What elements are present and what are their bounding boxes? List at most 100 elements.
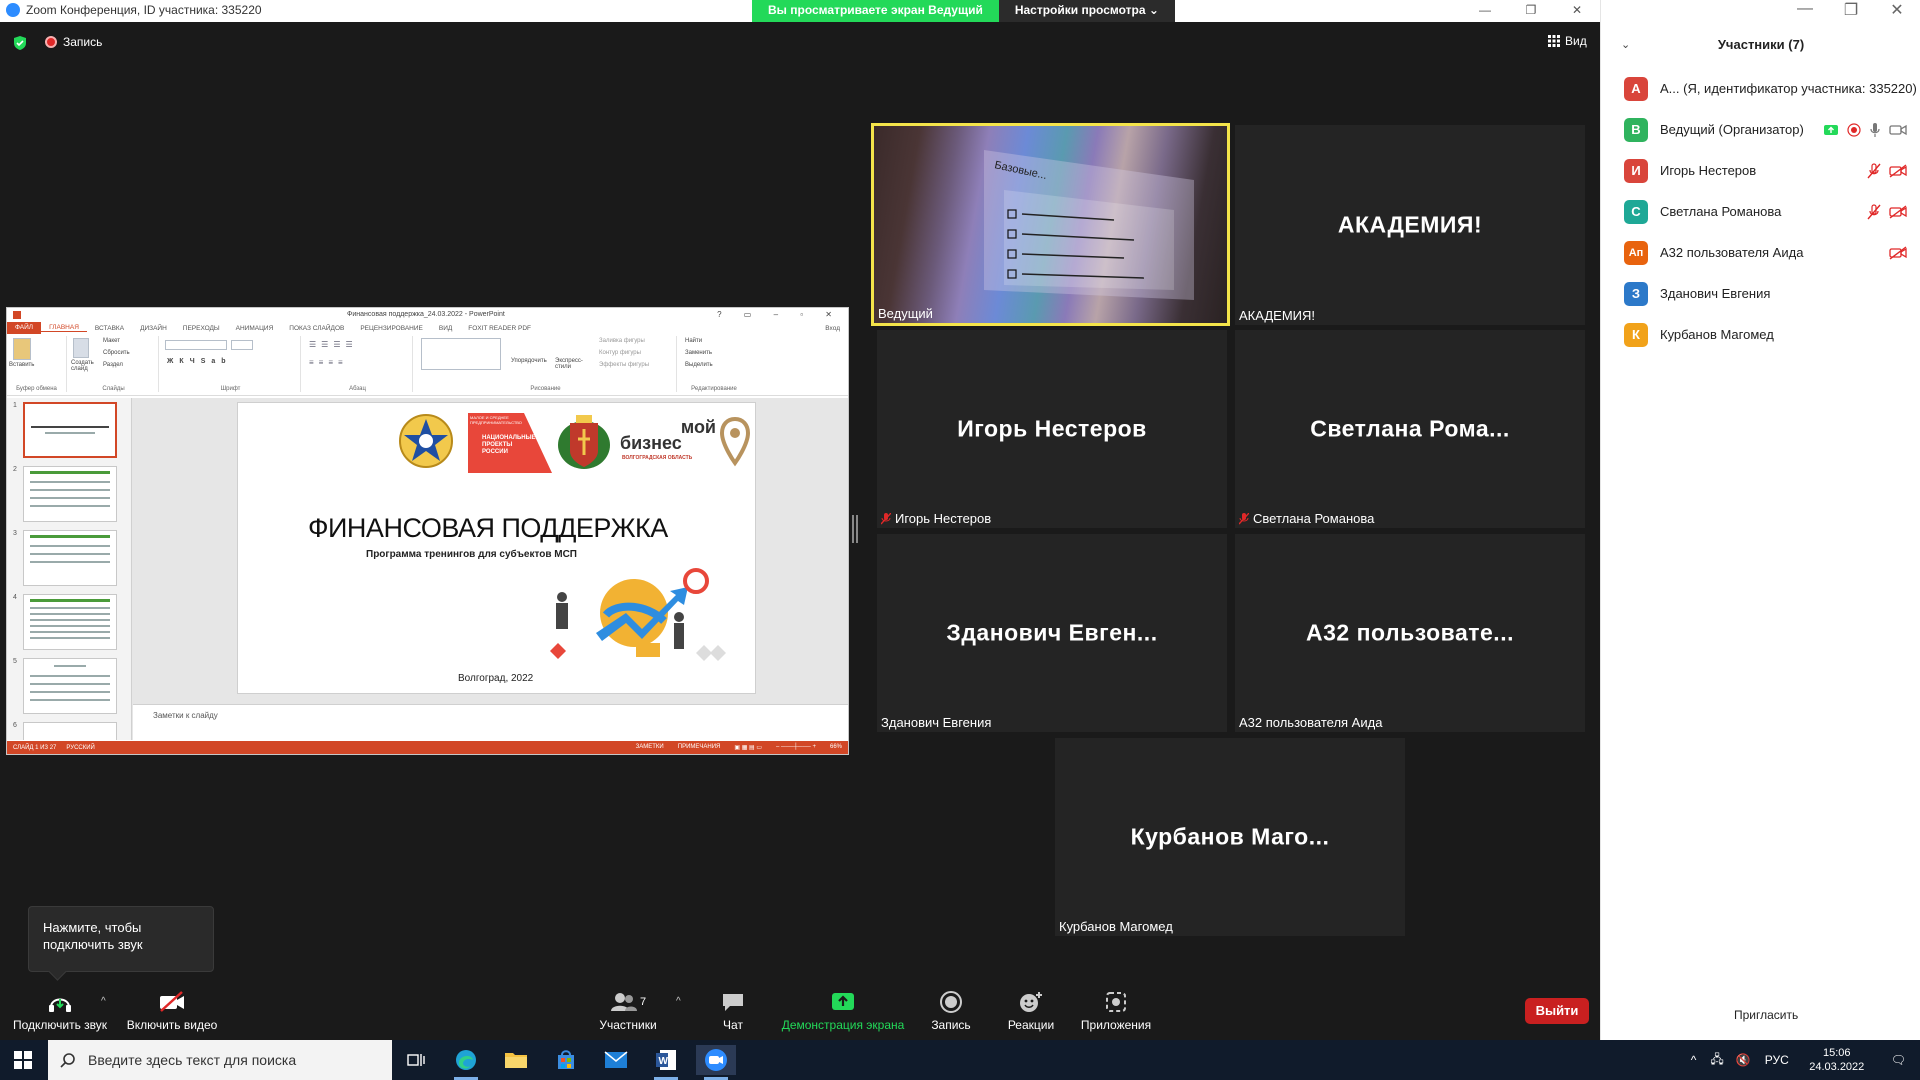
arrange-button[interactable]: Упорядочить: [511, 358, 547, 364]
invite-button[interactable]: Пригласить: [1726, 1005, 1806, 1025]
join-audio-button[interactable]: Подключить звук: [10, 990, 110, 1032]
maximize-button[interactable]: ❐: [1508, 0, 1554, 22]
minimize-button[interactable]: —: [1462, 0, 1508, 22]
audio-options-caret[interactable]: ^: [101, 996, 106, 1007]
notifications-icon[interactable]: 🗨: [1877, 1053, 1920, 1067]
share-screen-button[interactable]: Демонстрация экрана: [778, 990, 908, 1032]
file-explorer-icon[interactable]: [496, 1045, 536, 1075]
chat-button[interactable]: Чат: [700, 990, 766, 1032]
zoom-taskbar-icon[interactable]: [696, 1045, 736, 1080]
mail-icon[interactable]: [596, 1045, 636, 1075]
input-language[interactable]: РУС: [1757, 1053, 1797, 1067]
video-tile-a32[interactable]: А32 пользовате... А32 пользователя Аида: [1235, 534, 1585, 732]
ppt-tab-transitions[interactable]: ПЕРЕХОДЫ: [175, 325, 228, 332]
video-tile-host[interactable]: Базовые... Ведущий: [871, 123, 1230, 326]
ppt-tab-design[interactable]: ДИЗАЙН: [132, 325, 175, 332]
participant-row[interactable]: Ап А32 пользователя Аида: [1601, 232, 1920, 273]
word-icon[interactable]: W: [646, 1045, 686, 1080]
clock[interactable]: 15:06 24.03.2022: [1797, 1046, 1877, 1074]
participant-row[interactable]: И Игорь Нестеров: [1601, 150, 1920, 191]
new-slide-icon[interactable]: [73, 338, 89, 358]
notes-pane[interactable]: Заметки к слайду: [133, 704, 848, 740]
ppt-tab-insert[interactable]: ВСТАВКА: [87, 325, 132, 332]
layout-button[interactable]: Макет: [103, 338, 120, 344]
ppt-sign-in[interactable]: Вход: [817, 325, 848, 332]
slide-thumbnail[interactable]: [23, 402, 117, 458]
muted-mic-icon: [1867, 162, 1881, 178]
font-name-select[interactable]: [165, 340, 227, 350]
participants-options-caret[interactable]: ^: [676, 996, 681, 1007]
taskbar-search-box[interactable]: Введите здесь текст для поиска: [48, 1040, 392, 1080]
find-button[interactable]: Найти: [685, 338, 702, 344]
shape-effects-button[interactable]: Эффекты фигуры: [599, 362, 649, 368]
slide-thumbnail[interactable]: [23, 530, 117, 586]
replace-button[interactable]: Заменить: [685, 350, 712, 356]
video-tile-kurbanov[interactable]: Курбанов Маго... Курбанов Магомед: [1055, 738, 1405, 936]
view-buttons[interactable]: ▣ ▦ ▤ ▭: [734, 744, 762, 751]
recording-label: Запись: [63, 35, 103, 49]
paste-button[interactable]: Вставить: [9, 362, 34, 368]
task-view-icon[interactable]: [396, 1045, 436, 1075]
ppt-tab-view[interactable]: ВИД: [431, 325, 460, 332]
reactions-button[interactable]: Реакции: [998, 990, 1064, 1032]
font-size-select[interactable]: [231, 340, 253, 350]
slide-thumbnail[interactable]: [23, 594, 117, 650]
slide-thumbnail[interactable]: [23, 658, 117, 714]
video-tile-nesterov[interactable]: Игорь Нестеров Игорь Нестеров: [877, 330, 1227, 528]
reset-button[interactable]: Сбросить: [103, 350, 130, 356]
notes-toggle[interactable]: ЗАМЕТКИ: [636, 744, 664, 751]
section-button[interactable]: Раздел: [103, 362, 123, 368]
grid-icon: [1548, 35, 1560, 47]
shapes-gallery[interactable]: [421, 338, 501, 370]
volume-muted-icon[interactable]: 🔇: [1730, 1053, 1757, 1067]
view-options-button[interactable]: Настройки просмотра ⌄: [998, 0, 1175, 22]
slide-thumbnails-pane[interactable]: 1 2 3 4 5 6: [7, 398, 132, 740]
align-buttons[interactable]: ≡≡≡≡: [309, 358, 348, 367]
network-icon[interactable]: 🖧: [1704, 1050, 1729, 1071]
store-icon[interactable]: [546, 1045, 586, 1075]
shield-icon[interactable]: [12, 35, 28, 51]
video-tile-academy[interactable]: АКАДЕМИЯ! АКАДЕМИЯ!: [1235, 125, 1585, 325]
slide-thumbnail[interactable]: [23, 722, 117, 740]
leave-button[interactable]: Выйти: [1525, 998, 1589, 1024]
current-slide[interactable]: МАЛОЕ И СРЕДНЕЕ ПРЕДПРИНИМАТЕЛЬСТВО НАЦИ…: [237, 402, 756, 694]
ppt-tab-foxit[interactable]: FOXIT READER PDF: [460, 325, 539, 332]
quick-styles-button[interactable]: Экспресс-стили: [555, 358, 583, 370]
ppt-tab-slideshow[interactable]: ПОКАЗ СЛАЙДОВ: [281, 325, 352, 332]
record-button[interactable]: Запись: [920, 990, 982, 1032]
splitter-handle[interactable]: [852, 515, 858, 543]
participant-row[interactable]: К Курбанов Магомед: [1601, 314, 1920, 355]
zoom-level[interactable]: 66%: [830, 744, 842, 751]
paste-icon[interactable]: [13, 338, 31, 360]
shape-fill-button[interactable]: Заливка фигуры: [599, 338, 645, 344]
search-placeholder: Введите здесь текст для поиска: [88, 1052, 297, 1068]
ppt-tab-file[interactable]: ФАЙЛ: [7, 322, 42, 334]
video-tile-zdanovich[interactable]: Зданович Евген... Зданович Евгения: [877, 534, 1227, 732]
participant-row[interactable]: А А... (Я, идентификатор участника: 3352…: [1601, 68, 1920, 109]
shape-outline-button[interactable]: Контур фигуры: [599, 350, 641, 356]
paragraph-buttons[interactable]: ☰☰☰☰: [309, 340, 358, 349]
ppt-tab-review[interactable]: РЕЦЕНЗИРОВАНИЕ: [352, 325, 431, 332]
close-button[interactable]: ✕: [1554, 0, 1600, 22]
new-slide-button[interactable]: Создать слайд: [71, 360, 99, 372]
edge-icon[interactable]: [446, 1045, 486, 1080]
view-button[interactable]: Вид: [1548, 34, 1587, 48]
tray-overflow-icon[interactable]: ^: [1683, 1053, 1705, 1067]
zoom-slider[interactable]: – ───┼─── +: [776, 744, 816, 751]
ppt-tab-animation[interactable]: АНИМАЦИЯ: [228, 325, 282, 332]
ppt-tab-home[interactable]: ГЛАВНАЯ: [41, 324, 87, 332]
participant-row[interactable]: С Светлана Романова: [1601, 191, 1920, 232]
font-format-buttons[interactable]: ЖКЧSab: [167, 358, 232, 365]
participants-button[interactable]: 7 Участники: [588, 990, 668, 1032]
status-language[interactable]: РУССКИЙ: [66, 745, 94, 751]
windows-start-icon[interactable]: [14, 1051, 32, 1069]
comments-toggle[interactable]: ПРИМЕЧАНИЯ: [678, 744, 721, 751]
participant-row[interactable]: З Зданович Евгения: [1601, 273, 1920, 314]
video-tile-romanova[interactable]: Светлана Рома... Светлана Романова: [1235, 330, 1585, 528]
recording-indicator[interactable]: Запись: [45, 35, 102, 49]
slide-thumbnail[interactable]: [23, 466, 117, 522]
select-button[interactable]: Выделить: [685, 362, 713, 368]
start-video-button[interactable]: Включить видео: [122, 990, 222, 1032]
participant-row[interactable]: В Ведущий (Организатор): [1601, 109, 1920, 150]
apps-button[interactable]: Приложения: [1076, 990, 1156, 1032]
